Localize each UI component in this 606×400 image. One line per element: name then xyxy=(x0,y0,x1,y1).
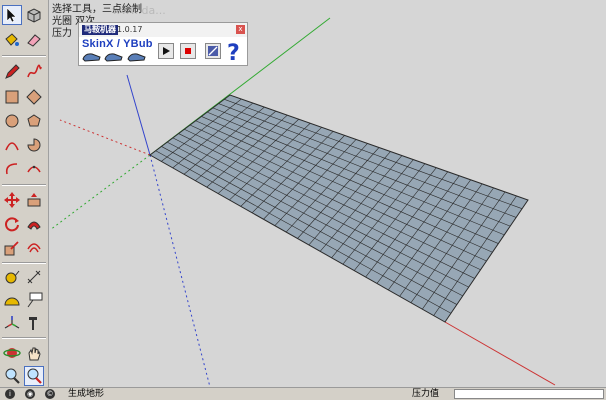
text-icon[interactable] xyxy=(24,290,44,310)
freehand-icon[interactable] xyxy=(24,62,44,82)
rectangle-icon[interactable] xyxy=(2,87,22,107)
tool-palette xyxy=(0,0,49,387)
measurements-input[interactable] xyxy=(454,389,604,399)
polygon-icon[interactable] xyxy=(24,111,44,131)
status-message: 生成地形 xyxy=(68,389,105,399)
rotate-icon[interactable] xyxy=(2,214,22,234)
status-bar: i ◉ © 生成地形 压力值 xyxy=(0,387,606,400)
plugin-version: 1.0.17 xyxy=(117,25,143,34)
stop-icon[interactable] xyxy=(180,43,196,59)
play-icon[interactable] xyxy=(158,43,174,59)
move-icon[interactable] xyxy=(2,190,22,210)
vcb-label: 压力值 xyxy=(412,389,440,399)
rotated-rectangle-icon[interactable] xyxy=(24,87,44,107)
paint-bucket-icon[interactable] xyxy=(2,30,22,50)
pan-icon[interactable] xyxy=(24,343,44,363)
pie-icon[interactable] xyxy=(24,135,44,155)
instruction-line-1: 选择工具，三点绘制 xyxy=(52,4,142,15)
close-icon[interactable]: x xyxy=(236,25,245,34)
blue-axis xyxy=(126,74,151,156)
three-point-arc-icon[interactable] xyxy=(24,159,44,179)
eraser-icon[interactable] xyxy=(24,30,44,50)
zoom-icon[interactable] xyxy=(2,366,22,386)
offset-icon[interactable] xyxy=(24,238,44,258)
green-axis-dashed xyxy=(49,154,151,231)
circle-icon[interactable] xyxy=(2,111,22,131)
arc-icon[interactable] xyxy=(2,135,22,155)
help-icon[interactable]: ? xyxy=(225,39,245,66)
plugin-toolbar: 马鞍机器 1.0.17 x SkinX / YBub ? xyxy=(78,22,248,66)
tape-measure-icon[interactable] xyxy=(2,267,22,287)
protractor-icon[interactable] xyxy=(2,290,22,310)
red-axis-solid xyxy=(444,321,556,386)
blue-axis-dashed xyxy=(149,154,211,387)
sled-2-icon[interactable] xyxy=(104,51,124,62)
scale-icon[interactable] xyxy=(2,238,22,258)
sled-1-icon[interactable] xyxy=(82,51,102,62)
3d-text-icon[interactable] xyxy=(24,313,44,333)
credits-icon[interactable]: © xyxy=(45,389,55,399)
follow-me-icon[interactable] xyxy=(24,214,44,234)
axes-icon[interactable] xyxy=(2,313,22,333)
svg-text:?: ? xyxy=(227,41,240,63)
plugin-label: SkinX / YBub xyxy=(82,38,153,50)
geolocation-icon[interactable]: ◉ xyxy=(25,389,35,399)
red-axis xyxy=(59,119,151,156)
select-icon[interactable] xyxy=(2,5,22,25)
plugin-name: 马鞍机器 xyxy=(82,25,118,35)
sled-3-icon[interactable] xyxy=(127,51,147,62)
plugin-title-bar[interactable]: 马鞍机器 1.0.17 x xyxy=(79,23,247,37)
zoom-extents-icon[interactable] xyxy=(24,366,44,386)
info-icon[interactable]: i xyxy=(5,389,15,399)
grid-plane-face[interactable] xyxy=(149,94,529,323)
two-point-arc-icon[interactable] xyxy=(2,159,22,179)
edit-icon[interactable] xyxy=(205,43,221,59)
component-icon[interactable] xyxy=(24,5,44,25)
grid-terrain-plane xyxy=(149,94,529,323)
dimension-icon[interactable] xyxy=(24,267,44,287)
orbit-icon[interactable] xyxy=(2,343,22,363)
pencil-icon[interactable] xyxy=(2,62,22,82)
push-pull-icon[interactable] xyxy=(24,190,44,210)
